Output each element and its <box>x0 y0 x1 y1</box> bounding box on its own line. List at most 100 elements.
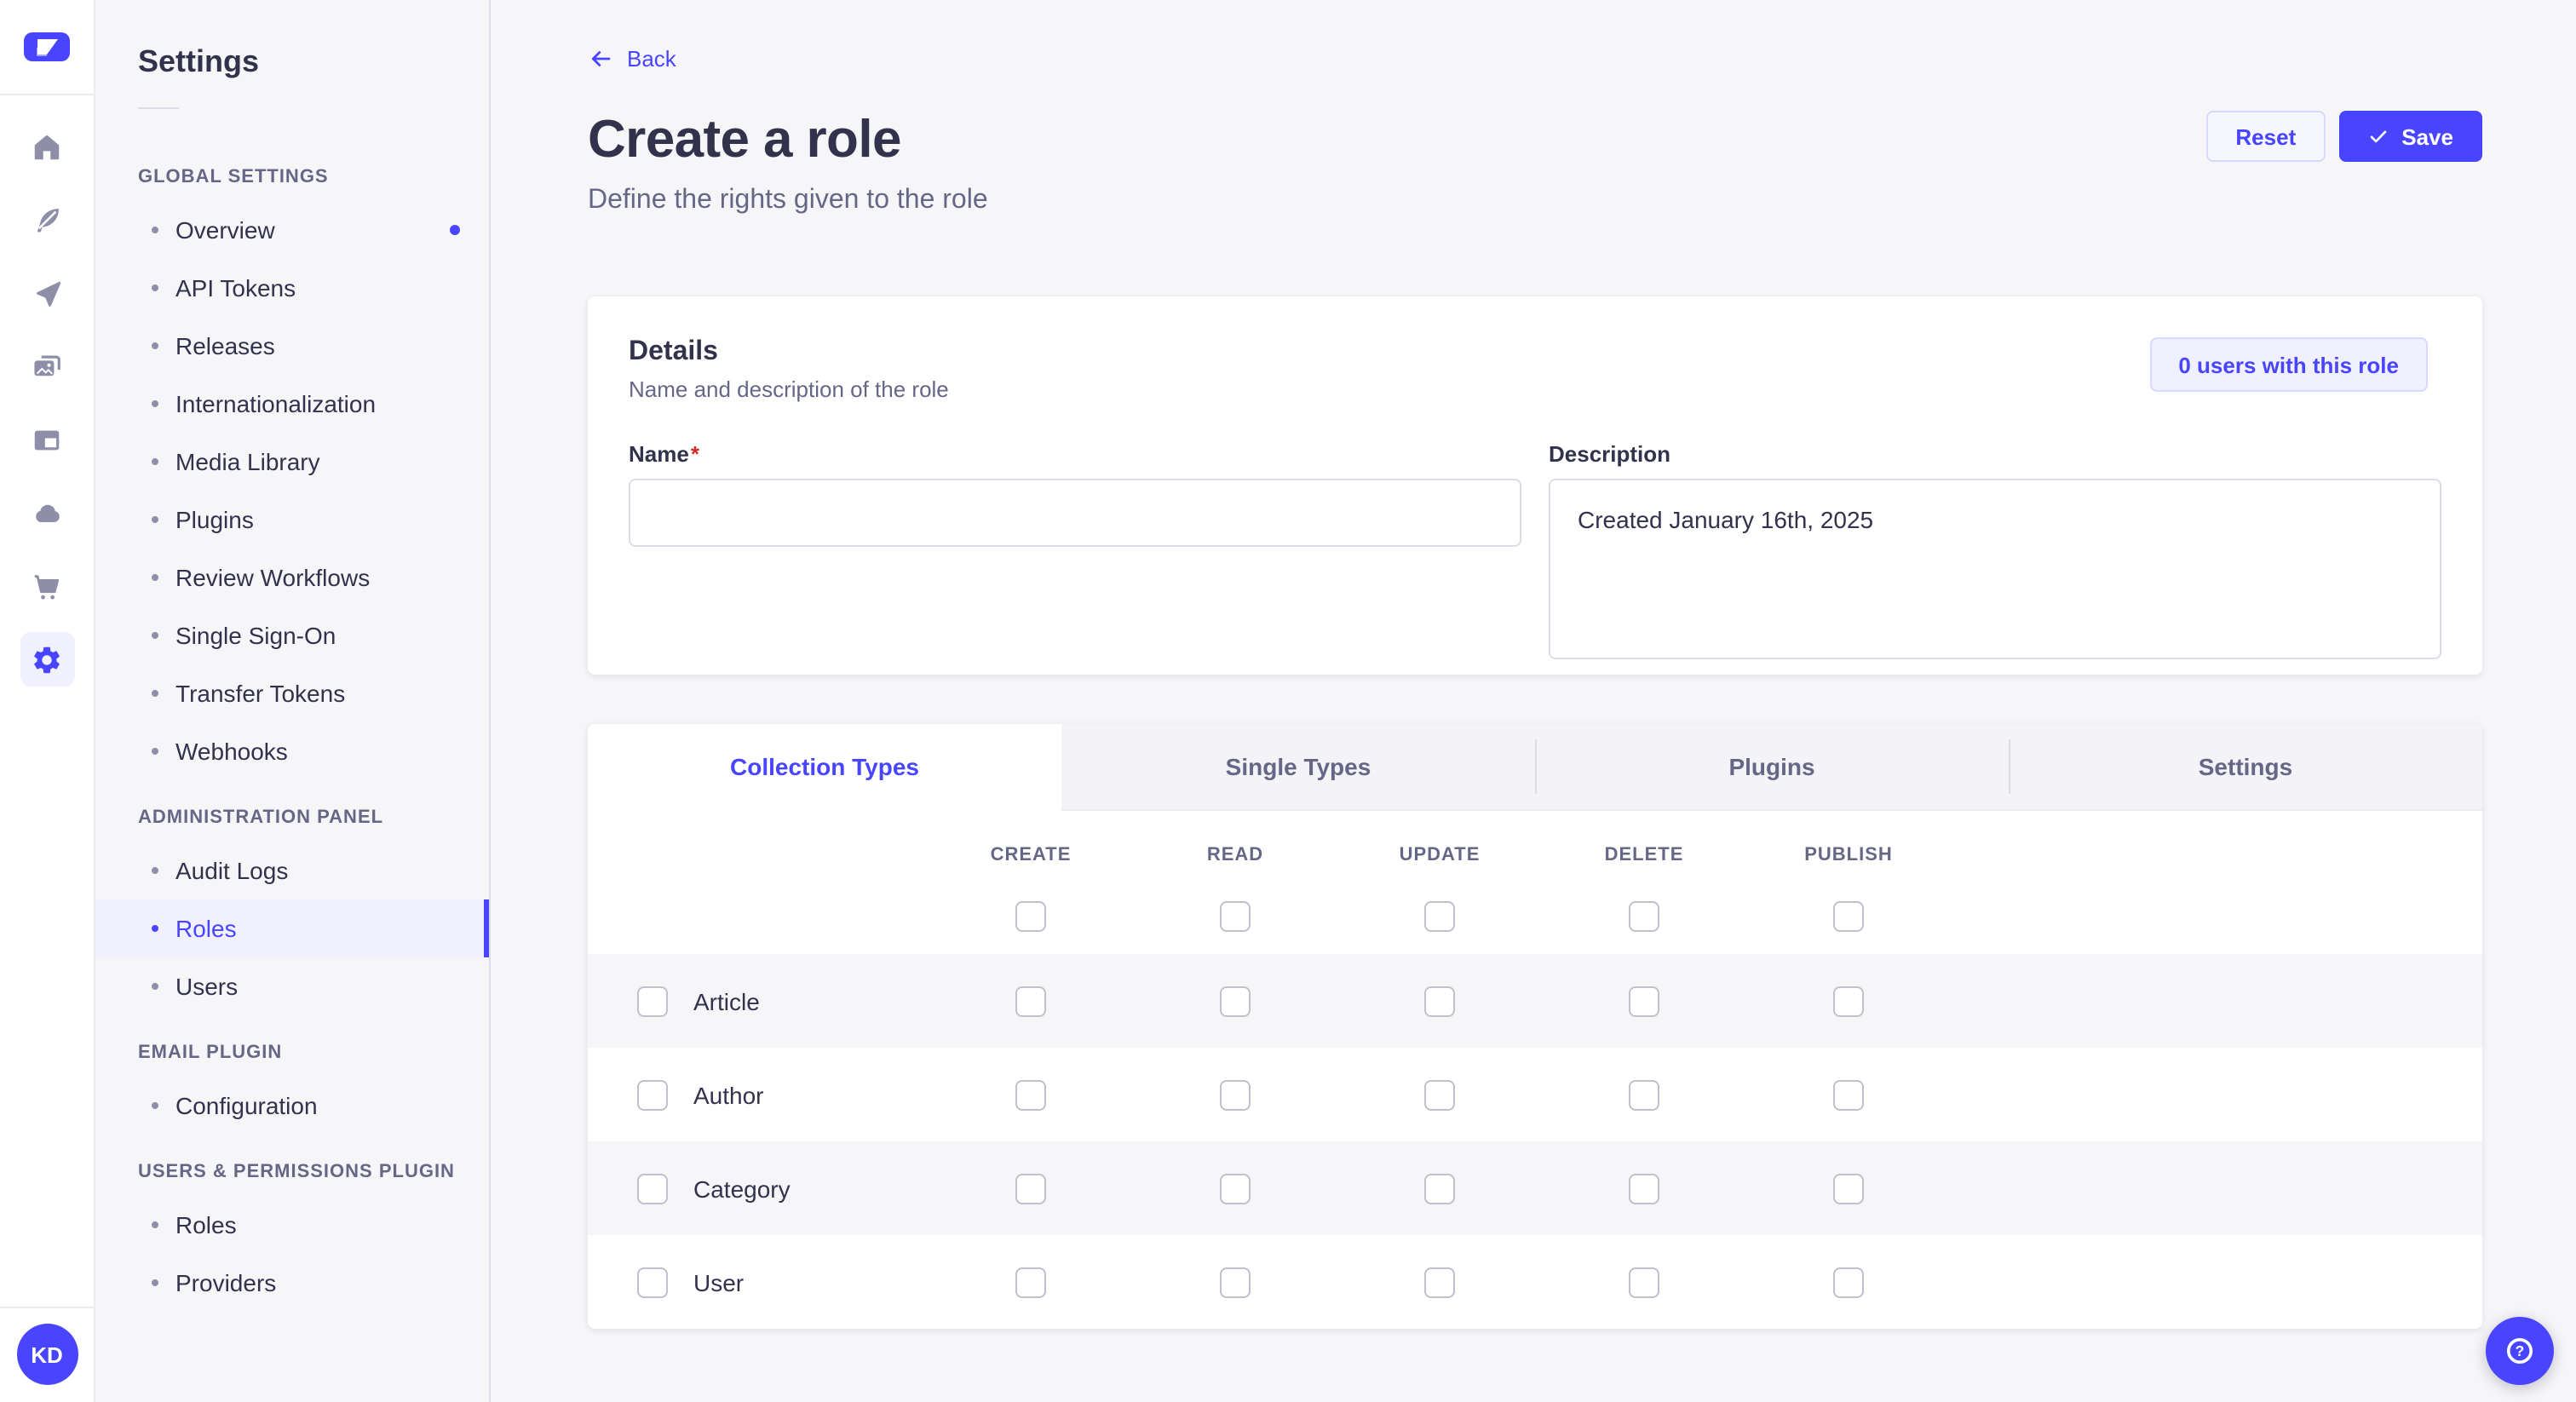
subnav-item-internationalization[interactable]: Internationalization <box>95 375 489 433</box>
details-card: Details Name and description of the role… <box>588 296 2482 675</box>
name-label: Name <box>629 441 689 467</box>
permission-row-article: Article <box>588 954 2482 1048</box>
author-update-checkbox[interactable] <box>1424 1079 1455 1110</box>
back-link[interactable]: Back <box>588 46 676 72</box>
page-title: Create a role <box>588 109 901 170</box>
notification-dot-icon <box>450 225 460 235</box>
subnav-item-users[interactable]: Users <box>95 957 489 1015</box>
strapi-logo-icon[interactable] <box>24 32 70 61</box>
category-delete-checkbox[interactable] <box>1629 1173 1659 1204</box>
article-delete-checkbox[interactable] <box>1629 985 1659 1016</box>
required-asterisk: * <box>691 441 699 467</box>
content-type-label: Category <box>693 1175 791 1202</box>
check-icon <box>2367 126 2388 147</box>
cloud-icon[interactable] <box>20 486 74 540</box>
reset-button[interactable]: Reset <box>2206 111 2325 162</box>
subnav-item-single-sign-on[interactable]: Single Sign-On <box>95 606 489 664</box>
article-publish-checkbox[interactable] <box>1833 985 1864 1016</box>
description-input[interactable]: Created January 16th, 2025 <box>1549 479 2441 659</box>
author-row-checkbox[interactable] <box>637 1079 668 1110</box>
category-publish-checkbox[interactable] <box>1833 1173 1864 1204</box>
bullet-icon <box>152 227 158 233</box>
subnav-item-providers[interactable]: Providers <box>95 1254 489 1312</box>
bullet-icon <box>152 983 158 990</box>
subnav-item-roles[interactable]: Roles <box>95 1196 489 1254</box>
article-row-checkbox[interactable] <box>637 985 668 1016</box>
select-all-row <box>588 879 2482 954</box>
home-icon[interactable] <box>20 119 74 174</box>
content-manager-icon[interactable] <box>20 192 74 247</box>
bullet-icon <box>152 1221 158 1228</box>
article-read-checkbox[interactable] <box>1220 985 1251 1016</box>
bullet-icon <box>152 867 158 874</box>
name-input[interactable] <box>629 479 1521 547</box>
content-type-builder-icon[interactable] <box>20 412 74 467</box>
subnav-item-transfer-tokens[interactable]: Transfer Tokens <box>95 664 489 722</box>
subnav-item-overview[interactable]: Overview <box>95 201 489 259</box>
subnav-section: ADMINISTRATION PANEL Audit Logs Roles Us… <box>95 780 489 1015</box>
subnav-section-label: ADMINISTRATION PANEL <box>95 790 489 842</box>
author-create-checkbox[interactable] <box>1015 1079 1046 1110</box>
category-read-checkbox[interactable] <box>1220 1173 1251 1204</box>
author-publish-checkbox[interactable] <box>1833 1079 1864 1110</box>
bullet-icon <box>152 284 158 291</box>
subnav-section: USERS & PERMISSIONS PLUGIN Roles Provide… <box>95 1135 489 1312</box>
select-all-create-checkbox[interactable] <box>1015 901 1046 932</box>
subnav-item-audit-logs[interactable]: Audit Logs <box>95 842 489 899</box>
select-all-publish-checkbox[interactable] <box>1833 901 1864 932</box>
subnav-item-plugins[interactable]: Plugins <box>95 491 489 549</box>
user-update-checkbox[interactable] <box>1424 1267 1455 1297</box>
category-create-checkbox[interactable] <box>1015 1173 1046 1204</box>
user-create-checkbox[interactable] <box>1015 1267 1046 1297</box>
column-header-read: READ <box>1133 845 1337 865</box>
subnav-item-media-library[interactable]: Media Library <box>95 433 489 491</box>
subnav-item-roles[interactable]: Roles <box>95 899 489 957</box>
bullet-icon <box>152 342 158 349</box>
article-update-checkbox[interactable] <box>1424 985 1455 1016</box>
subnav-item-api-tokens[interactable]: API Tokens <box>95 259 489 317</box>
page-subtitle: Define the rights given to the role <box>588 186 2482 216</box>
description-field: Description Created January 16th, 2025 <box>1549 441 2441 668</box>
bullet-icon <box>152 748 158 755</box>
save-button[interactable]: Save <box>2338 111 2482 162</box>
subnav-item-releases[interactable]: Releases <box>95 317 489 375</box>
select-all-update-checkbox[interactable] <box>1424 901 1455 932</box>
select-all-delete-checkbox[interactable] <box>1629 901 1659 932</box>
svg-text:?: ? <box>2516 1342 2525 1359</box>
user-delete-checkbox[interactable] <box>1629 1267 1659 1297</box>
paper-plane-icon[interactable] <box>20 266 74 320</box>
settings-icon[interactable] <box>20 632 74 687</box>
user-read-checkbox[interactable] <box>1220 1267 1251 1297</box>
permissions-tabs: Collection TypesSingle TypesPluginsSetti… <box>588 724 2482 811</box>
column-header-create: CREATE <box>929 845 1133 865</box>
bullet-icon <box>152 516 158 523</box>
help-button[interactable]: ? <box>2486 1317 2554 1385</box>
category-update-checkbox[interactable] <box>1424 1173 1455 1204</box>
subnav-item-review-workflows[interactable]: Review Workflows <box>95 549 489 606</box>
article-create-checkbox[interactable] <box>1015 985 1046 1016</box>
subnav-item-configuration[interactable]: Configuration <box>95 1077 489 1135</box>
media-library-icon[interactable] <box>20 339 74 394</box>
author-delete-checkbox[interactable] <box>1629 1079 1659 1110</box>
subnav-item-webhooks[interactable]: Webhooks <box>95 722 489 780</box>
select-all-read-checkbox[interactable] <box>1220 901 1251 932</box>
tab-settings[interactable]: Settings <box>2009 724 2482 811</box>
bullet-icon <box>152 574 158 581</box>
details-title: Details <box>629 337 949 368</box>
user-row-checkbox[interactable] <box>637 1267 668 1297</box>
avatar[interactable]: KD <box>16 1324 78 1385</box>
tab-plugins[interactable]: Plugins <box>1535 724 2009 811</box>
user-publish-checkbox[interactable] <box>1833 1267 1864 1297</box>
permission-row-author: Author <box>588 1048 2482 1141</box>
users-with-role-button[interactable]: 0 users with this role <box>2149 337 2428 392</box>
header-actions: Reset Save <box>2206 109 2482 162</box>
content-type-label: User <box>693 1268 744 1296</box>
logo-area <box>0 0 94 95</box>
subnav-section-label: USERS & PERMISSIONS PLUGIN <box>95 1145 489 1196</box>
marketplace-icon[interactable] <box>20 559 74 613</box>
tab-collection-types[interactable]: Collection Types <box>588 724 1061 811</box>
tab-single-types[interactable]: Single Types <box>1061 724 1535 811</box>
author-read-checkbox[interactable] <box>1220 1079 1251 1110</box>
content-type-label: Author <box>693 1081 764 1108</box>
category-row-checkbox[interactable] <box>637 1173 668 1204</box>
